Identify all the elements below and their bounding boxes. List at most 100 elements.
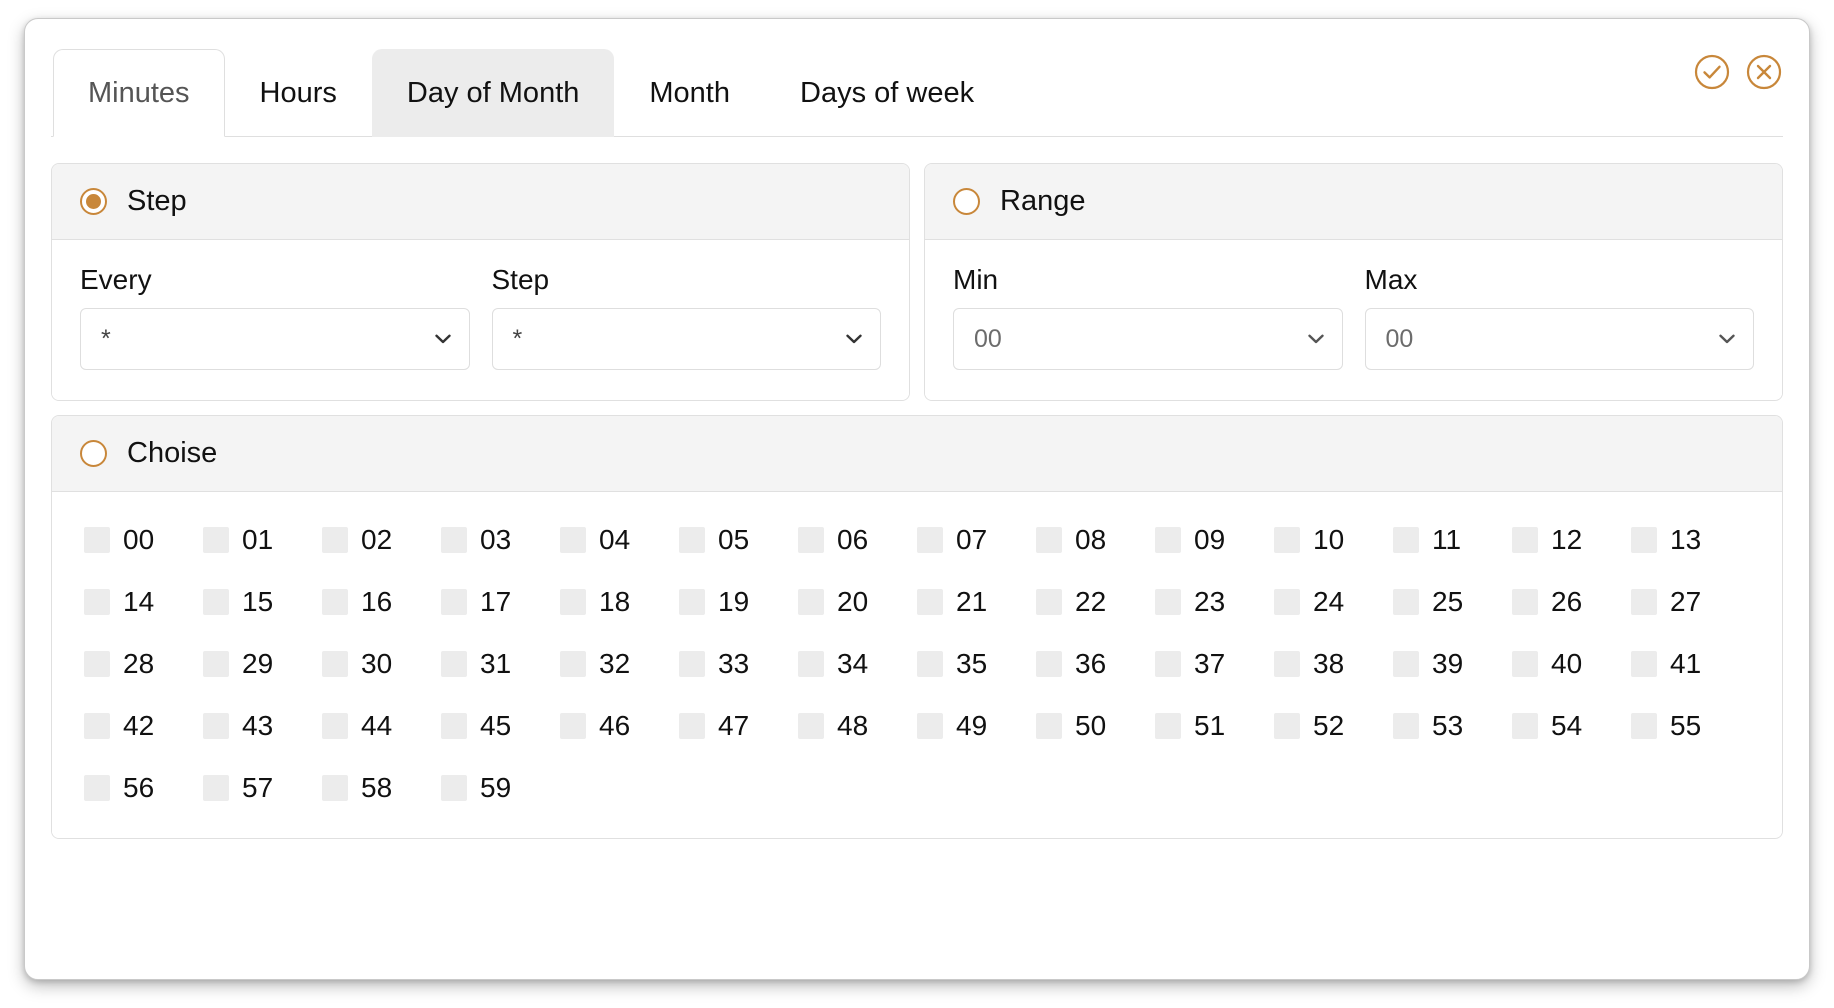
checkbox-icon[interactable] — [679, 651, 705, 677]
checkbox-icon[interactable] — [84, 589, 110, 615]
range-panel-header[interactable]: Range — [925, 164, 1782, 240]
checkbox-icon[interactable] — [1393, 651, 1419, 677]
checkbox-icon[interactable] — [1155, 651, 1181, 677]
checkbox-icon[interactable] — [1274, 713, 1300, 739]
checkbox-icon[interactable] — [679, 713, 705, 739]
checkbox-icon[interactable] — [560, 589, 586, 615]
choise-item[interactable]: 15 — [203, 588, 322, 616]
checkbox-icon[interactable] — [1274, 527, 1300, 553]
tab-month[interactable]: Month — [614, 49, 765, 137]
checkbox-icon[interactable] — [1631, 651, 1657, 677]
choise-item[interactable]: 59 — [441, 774, 560, 802]
choise-item[interactable]: 58 — [322, 774, 441, 802]
choise-radio[interactable] — [80, 440, 107, 467]
choise-item[interactable]: 29 — [203, 650, 322, 678]
checkbox-icon[interactable] — [203, 713, 229, 739]
checkbox-icon[interactable] — [322, 651, 348, 677]
range-radio[interactable] — [953, 188, 980, 215]
choise-item[interactable]: 36 — [1036, 650, 1155, 678]
choise-item[interactable]: 20 — [798, 588, 917, 616]
choise-item[interactable]: 54 — [1512, 712, 1631, 740]
choise-panel-header[interactable]: Choise — [52, 416, 1782, 492]
checkbox-icon[interactable] — [203, 589, 229, 615]
checkbox-icon[interactable] — [798, 527, 824, 553]
choise-item[interactable]: 40 — [1512, 650, 1631, 678]
choise-item[interactable]: 42 — [84, 712, 203, 740]
checkbox-icon[interactable] — [84, 713, 110, 739]
checkbox-icon[interactable] — [917, 713, 943, 739]
checkbox-icon[interactable] — [1393, 713, 1419, 739]
choise-item[interactable]: 11 — [1393, 526, 1512, 554]
checkbox-icon[interactable] — [1036, 589, 1062, 615]
choise-item[interactable]: 41 — [1631, 650, 1750, 678]
tab-minutes[interactable]: Minutes — [53, 49, 225, 137]
choise-item[interactable]: 17 — [441, 588, 560, 616]
checkbox-icon[interactable] — [441, 527, 467, 553]
checkbox-icon[interactable] — [679, 589, 705, 615]
choise-item[interactable]: 00 — [84, 526, 203, 554]
checkbox-icon[interactable] — [1393, 589, 1419, 615]
choise-item[interactable]: 19 — [679, 588, 798, 616]
choise-item[interactable]: 08 — [1036, 526, 1155, 554]
checkbox-icon[interactable] — [1036, 651, 1062, 677]
checkbox-icon[interactable] — [441, 589, 467, 615]
choise-item[interactable]: 24 — [1274, 588, 1393, 616]
choise-item[interactable]: 39 — [1393, 650, 1512, 678]
checkbox-icon[interactable] — [441, 775, 467, 801]
every-select[interactable]: * — [80, 308, 470, 370]
checkbox-icon[interactable] — [798, 589, 824, 615]
checkbox-icon[interactable] — [1274, 651, 1300, 677]
checkbox-icon[interactable] — [1512, 651, 1538, 677]
choise-item[interactable]: 51 — [1155, 712, 1274, 740]
choise-item[interactable]: 23 — [1155, 588, 1274, 616]
checkbox-icon[interactable] — [203, 775, 229, 801]
choise-item[interactable]: 16 — [322, 588, 441, 616]
checkbox-icon[interactable] — [1036, 527, 1062, 553]
choise-item[interactable]: 34 — [798, 650, 917, 678]
checkbox-icon[interactable] — [1155, 713, 1181, 739]
checkbox-icon[interactable] — [203, 527, 229, 553]
choise-item[interactable]: 56 — [84, 774, 203, 802]
checkbox-icon[interactable] — [441, 651, 467, 677]
checkbox-icon[interactable] — [917, 589, 943, 615]
checkbox-icon[interactable] — [322, 589, 348, 615]
choise-item[interactable]: 09 — [1155, 526, 1274, 554]
choise-item[interactable]: 47 — [679, 712, 798, 740]
choise-item[interactable]: 32 — [560, 650, 679, 678]
choise-item[interactable]: 03 — [441, 526, 560, 554]
checkbox-icon[interactable] — [322, 775, 348, 801]
max-select[interactable]: 00 — [1365, 308, 1755, 370]
choise-item[interactable]: 14 — [84, 588, 203, 616]
choise-item[interactable]: 43 — [203, 712, 322, 740]
choise-item[interactable]: 27 — [1631, 588, 1750, 616]
step-radio[interactable] — [80, 188, 107, 215]
choise-item[interactable]: 05 — [679, 526, 798, 554]
checkbox-icon[interactable] — [679, 527, 705, 553]
checkbox-icon[interactable] — [798, 651, 824, 677]
choise-item[interactable]: 44 — [322, 712, 441, 740]
choise-item[interactable]: 21 — [917, 588, 1036, 616]
checkbox-icon[interactable] — [1274, 589, 1300, 615]
checkbox-icon[interactable] — [1036, 713, 1062, 739]
choise-item[interactable]: 10 — [1274, 526, 1393, 554]
choise-item[interactable]: 01 — [203, 526, 322, 554]
choise-item[interactable]: 22 — [1036, 588, 1155, 616]
choise-item[interactable]: 13 — [1631, 526, 1750, 554]
choise-item[interactable]: 46 — [560, 712, 679, 740]
checkbox-icon[interactable] — [1155, 589, 1181, 615]
step-select[interactable]: * — [492, 308, 882, 370]
checkbox-icon[interactable] — [1512, 527, 1538, 553]
choise-item[interactable]: 53 — [1393, 712, 1512, 740]
choise-item[interactable]: 28 — [84, 650, 203, 678]
checkbox-icon[interactable] — [1631, 527, 1657, 553]
tab-days-of-week[interactable]: Days of week — [765, 49, 1009, 137]
checkbox-icon[interactable] — [322, 713, 348, 739]
choise-item[interactable]: 35 — [917, 650, 1036, 678]
checkbox-icon[interactable] — [322, 527, 348, 553]
choise-item[interactable]: 38 — [1274, 650, 1393, 678]
choise-item[interactable]: 57 — [203, 774, 322, 802]
checkbox-icon[interactable] — [798, 713, 824, 739]
checkbox-icon[interactable] — [560, 651, 586, 677]
tab-hours[interactable]: Hours — [225, 49, 372, 137]
checkbox-icon[interactable] — [84, 527, 110, 553]
